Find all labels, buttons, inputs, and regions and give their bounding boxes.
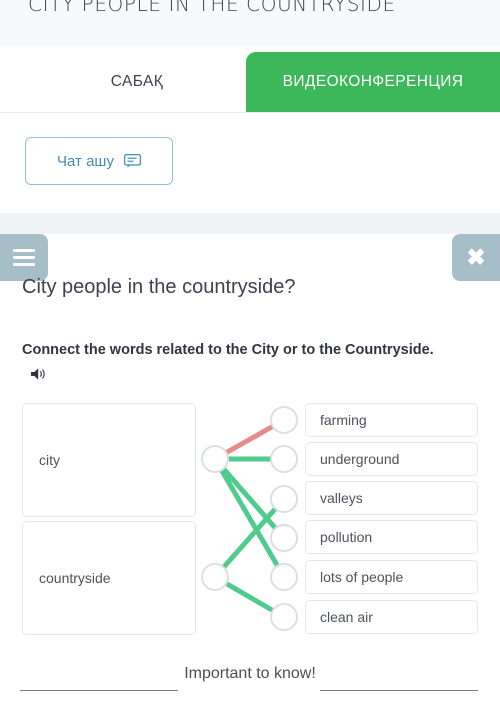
speaker-icon[interactable] <box>30 367 47 381</box>
footer: Important to know! <box>0 648 500 701</box>
menu-bar-1 <box>13 249 35 252</box>
chat-zone: Чат ашу <box>0 113 500 213</box>
footer-rule-right <box>320 690 478 691</box>
node-underground <box>270 445 298 473</box>
match-right-label: valleys <box>320 490 363 506</box>
match-right-item-valleys[interactable]: valleys <box>305 481 478 515</box>
open-chat-label: Чат ашу <box>57 152 114 170</box>
match-right-item-farming[interactable]: farming <box>305 403 478 437</box>
match-right-item-underground[interactable]: underground <box>305 442 478 476</box>
match-left-label: city <box>39 452 60 468</box>
menu-bar-2 <box>13 256 35 259</box>
hamburger-menu-icon[interactable] <box>0 234 48 281</box>
lesson-title-bar: CITY PEOPLE IN THE COUNTRYSIDE <box>0 0 500 46</box>
section-divider <box>0 213 500 234</box>
match-right-item-lots-of-people[interactable]: lots of people <box>305 560 478 594</box>
node-city <box>201 445 229 473</box>
close-icon[interactable]: ✖ <box>452 234 500 281</box>
node-clean-air <box>270 603 298 631</box>
tab-lesson[interactable]: САБАҚ <box>28 52 246 112</box>
node-farming <box>270 406 298 434</box>
match-right-label: farming <box>320 412 367 428</box>
match-left-item-city[interactable]: city <box>22 403 196 517</box>
match-right-label: lots of people <box>320 569 404 585</box>
node-lots-of-people <box>270 563 298 591</box>
match-right-label: pollution <box>320 529 373 545</box>
match-right-label: clean air <box>320 609 373 625</box>
tab-videoconference[interactable]: ВИДЕОКОНФЕРЕНЦИЯ <box>246 52 500 112</box>
lesson-title: CITY PEOPLE IN THE COUNTRYSIDE <box>28 0 396 16</box>
open-chat-button[interactable]: Чат ашу <box>25 137 173 185</box>
task-instruction-text: Connect the words related to the City or… <box>22 342 434 358</box>
node-countryside <box>201 563 229 591</box>
chat-bubble-icon <box>123 154 141 168</box>
match-right-item-pollution[interactable]: pollution <box>305 520 478 554</box>
match-right-label: underground <box>320 451 400 467</box>
node-pollution <box>270 524 298 552</box>
tab-bar: САБАҚ ВИДЕОКОНФЕРЕНЦИЯ <box>0 46 500 113</box>
match-left-label: countryside <box>39 570 111 586</box>
node-valleys <box>270 485 298 513</box>
matching-exercise: city countryside farming underground val… <box>0 395 500 640</box>
match-right-item-clean-air[interactable]: clean air <box>305 600 478 634</box>
connector-lines <box>212 417 287 620</box>
footer-text: Important to know! <box>184 665 316 682</box>
line-city-lots-of-people <box>212 456 287 580</box>
footer-rule-left <box>20 690 178 691</box>
menu-bar-3 <box>13 263 35 266</box>
task-title: City people in the countryside? <box>22 276 296 298</box>
task-instruction: Connect the words related to the City or… <box>22 338 442 386</box>
match-left-item-countryside[interactable]: countryside <box>22 521 196 635</box>
